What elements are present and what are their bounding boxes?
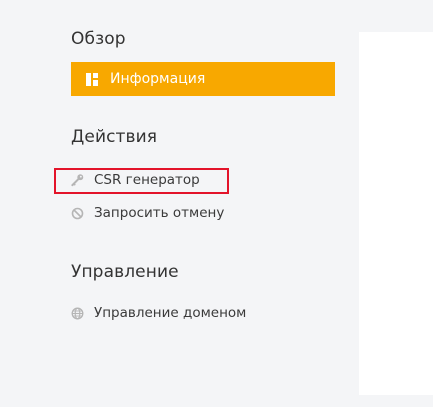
section-title-actions: Действия <box>71 127 158 147</box>
sidebar-item-info[interactable]: Информация <box>71 62 335 96</box>
sidebar-item-request-cancel[interactable]: Запросить отмену <box>71 203 224 223</box>
sidebar: Обзор Информация Действия CSR генератор <box>0 0 345 407</box>
sidebar-item-label: CSR генератор <box>94 172 200 188</box>
sidebar-item-label: Информация <box>110 71 206 87</box>
sidebar-item-label: Запросить отмену <box>94 205 225 221</box>
key-icon <box>71 174 84 187</box>
page: Обзор Информация Действия CSR генератор <box>0 0 433 407</box>
ban-icon <box>71 207 84 220</box>
sidebar-item-csr-generator[interactable]: CSR генератор <box>71 170 200 190</box>
globe-icon <box>71 307 84 320</box>
sidebar-item-label: Управление доменом <box>94 305 247 321</box>
section-title-overview: Обзор <box>71 29 126 49</box>
content-panel <box>359 32 433 395</box>
layout-icon <box>86 72 98 86</box>
section-title-management: Управление <box>71 262 179 282</box>
sidebar-item-domain-management[interactable]: Управление доменом <box>71 303 246 323</box>
